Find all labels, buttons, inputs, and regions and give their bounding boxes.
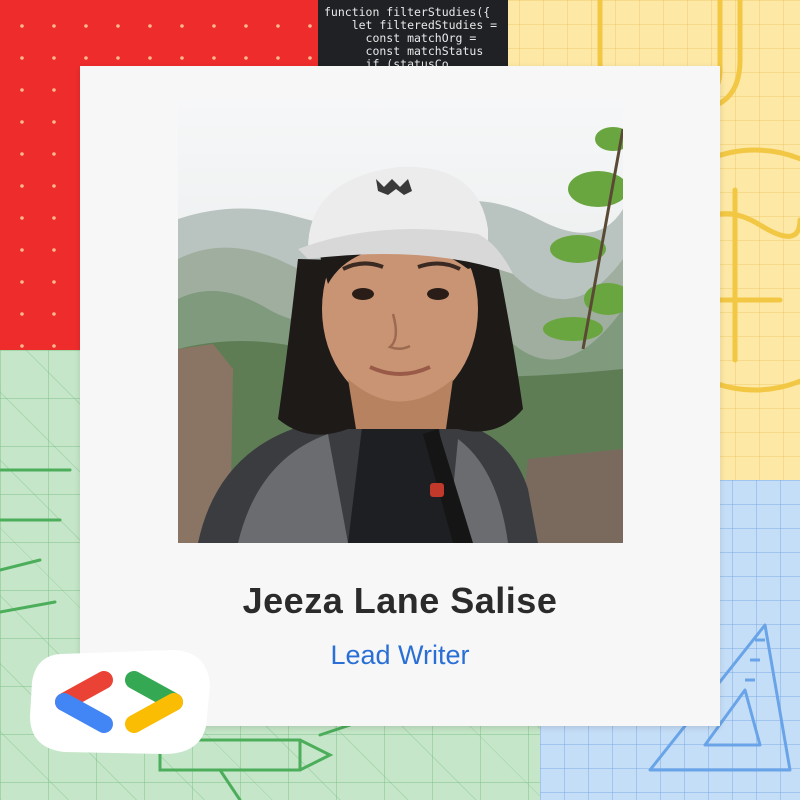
profile-photo [178, 99, 623, 543]
google-developers-brackets-icon [30, 650, 210, 754]
code-snippet: function filterStudies({ let filteredStu… [324, 5, 498, 71]
profile-card: Jeeza Lane Salise Lead Writer [80, 66, 720, 726]
member-name: Jeeza Lane Salise [242, 580, 558, 621]
google-developers-logo [24, 646, 214, 758]
code-snippet-panel: function filterStudies({ let filteredStu… [318, 0, 508, 72]
portrait-illustration [178, 99, 623, 543]
